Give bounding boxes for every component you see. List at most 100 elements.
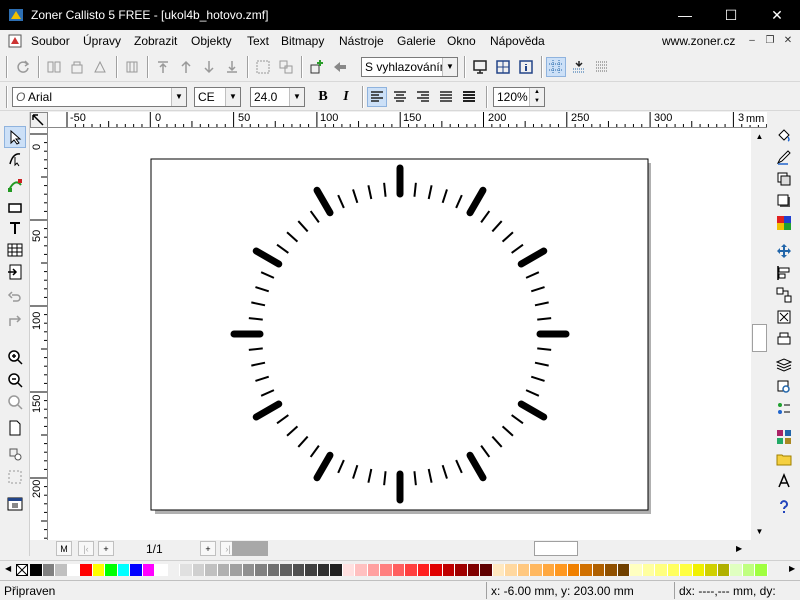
drawing-page[interactable] xyxy=(150,158,649,511)
zoner-link[interactable]: www.zoner.cz xyxy=(662,34,735,48)
fill-bucket-icon[interactable] xyxy=(773,124,795,146)
color-swatch[interactable] xyxy=(317,564,330,576)
align-left-icon[interactable] xyxy=(367,87,387,107)
italic-button[interactable]: I xyxy=(336,87,356,107)
color-swatch[interactable] xyxy=(530,564,543,576)
pen-icon[interactable] xyxy=(773,146,795,168)
snap-icon[interactable] xyxy=(569,57,589,77)
color-swatch[interactable] xyxy=(442,564,455,576)
color-swatch[interactable] xyxy=(230,564,243,576)
color-swatch[interactable] xyxy=(592,564,605,576)
menu-okno[interactable]: Okno xyxy=(447,34,476,48)
shadow-icon[interactable] xyxy=(773,190,795,212)
color-swatch[interactable] xyxy=(680,564,693,576)
color-swatch[interactable] xyxy=(55,564,68,576)
copy-attributes-icon[interactable] xyxy=(773,168,795,190)
smoothing-select[interactable]: S vyhlazováním ▼ xyxy=(361,57,458,77)
shape-tool-icon[interactable] xyxy=(4,148,26,170)
color-swatch[interactable] xyxy=(280,564,293,576)
color-swatch[interactable] xyxy=(692,564,705,576)
color-swatch[interactable] xyxy=(117,564,130,576)
vertical-scroll-thumb[interactable] xyxy=(752,324,767,352)
add-page-after-button[interactable]: + xyxy=(200,541,216,556)
color-swatch[interactable] xyxy=(92,564,105,576)
color-swatch[interactable] xyxy=(380,564,393,576)
redo-icon[interactable] xyxy=(4,311,26,333)
refresh-icon[interactable] xyxy=(13,57,33,77)
color-swatch[interactable] xyxy=(492,564,505,576)
color-swatch[interactable] xyxy=(730,564,743,576)
mdi-restore-button[interactable]: ❐ xyxy=(763,34,777,48)
distribute-icon[interactable] xyxy=(773,284,795,306)
color-swatch[interactable] xyxy=(142,564,155,576)
numbering-icon[interactable] xyxy=(773,398,795,420)
folder-icon[interactable] xyxy=(773,448,795,470)
horizontal-ruler[interactable]: -50 0 50 100 150 200 250 300 3 mm xyxy=(48,112,767,128)
color-palette-icon[interactable] xyxy=(773,212,795,234)
layers-icon[interactable] xyxy=(773,354,795,376)
color-swatch[interactable] xyxy=(480,564,493,576)
color-swatch[interactable] xyxy=(180,564,193,576)
color-swatch[interactable] xyxy=(267,564,280,576)
charset-select[interactable]: CE ▼ xyxy=(194,87,241,107)
send-to-back-icon[interactable] xyxy=(222,57,242,77)
color-swatch[interactable] xyxy=(42,564,55,576)
color-swatch[interactable] xyxy=(242,564,255,576)
align-full-justify-icon[interactable] xyxy=(459,87,479,107)
color-swatch[interactable] xyxy=(30,564,43,576)
combine-icon[interactable] xyxy=(253,57,273,77)
color-swatch[interactable] xyxy=(255,564,268,576)
color-swatch[interactable] xyxy=(667,564,680,576)
send-backward-icon[interactable] xyxy=(199,57,219,77)
color-swatch[interactable] xyxy=(655,564,668,576)
menu-napoveda[interactable]: Nápověda xyxy=(490,34,545,48)
color-swatch[interactable] xyxy=(205,564,218,576)
menu-upravy[interactable]: Úpravy xyxy=(83,34,121,48)
color-swatch[interactable] xyxy=(555,564,568,576)
color-swatch[interactable] xyxy=(67,564,80,576)
page-icon[interactable] xyxy=(4,417,26,439)
color-swatch[interactable] xyxy=(617,564,630,576)
color-swatch[interactable] xyxy=(742,564,755,576)
drawing-canvas[interactable] xyxy=(48,128,751,540)
color-swatch[interactable] xyxy=(642,564,655,576)
color-swatch[interactable] xyxy=(567,564,580,576)
vertical-ruler[interactable]: 0 50 100 150 200 xyxy=(30,128,48,540)
vertical-scrollbar[interactable]: ▲ ▼ xyxy=(751,128,768,540)
color-swatch[interactable] xyxy=(505,564,518,576)
color-swatch[interactable] xyxy=(305,564,318,576)
bring-to-front-icon[interactable] xyxy=(153,57,173,77)
group-icon[interactable] xyxy=(44,57,64,77)
menu-galerie[interactable]: Galerie xyxy=(397,34,436,48)
color-swatch[interactable] xyxy=(342,564,355,576)
color-swatch[interactable] xyxy=(105,564,118,576)
crop-tool-icon[interactable] xyxy=(4,466,26,488)
color-swatch[interactable] xyxy=(292,564,305,576)
align-icon[interactable] xyxy=(122,57,142,77)
mdi-close-button[interactable]: ✕ xyxy=(781,34,795,48)
move-icon[interactable] xyxy=(773,240,795,262)
ruler-corner[interactable] xyxy=(30,112,48,128)
color-swatch[interactable] xyxy=(517,564,530,576)
object-search-icon[interactable] xyxy=(773,376,795,398)
horizontal-scrollbar[interactable]: ▶ xyxy=(280,541,800,556)
color-swatch[interactable] xyxy=(455,564,468,576)
scroll-down-icon[interactable]: ▼ xyxy=(751,523,768,540)
color-swatch[interactable] xyxy=(130,564,143,576)
minimize-button[interactable]: — xyxy=(662,0,708,30)
import-tool-icon[interactable] xyxy=(4,261,26,283)
select-arrow-icon[interactable] xyxy=(4,126,26,148)
ungroup-icon[interactable] xyxy=(67,57,87,77)
dot-grid-icon[interactable] xyxy=(592,57,612,77)
node-tool-icon[interactable] xyxy=(4,443,26,465)
align-justify-icon[interactable] xyxy=(436,87,456,107)
help-icon[interactable] xyxy=(773,496,795,518)
bold-button[interactable]: B xyxy=(313,87,333,107)
no-color-swatch[interactable] xyxy=(16,564,28,576)
color-swatch[interactable] xyxy=(392,564,405,576)
table-tool-icon[interactable] xyxy=(4,239,26,261)
font-icon[interactable] xyxy=(773,470,795,492)
color-swatch[interactable] xyxy=(467,564,480,576)
menu-zobrazit[interactable]: Zobrazit xyxy=(134,34,177,48)
info-icon[interactable] xyxy=(516,57,536,77)
